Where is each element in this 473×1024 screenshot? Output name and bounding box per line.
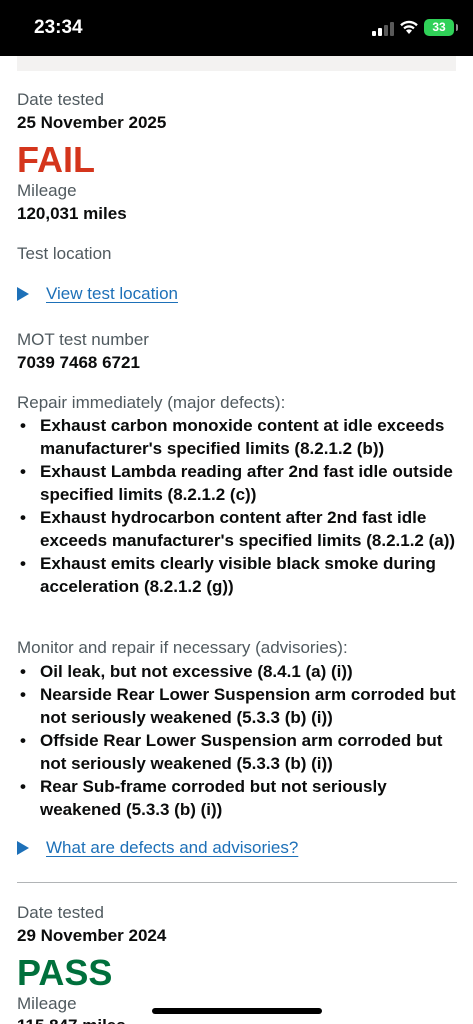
mileage-label: Mileage bbox=[17, 181, 77, 200]
defects-advisories-link[interactable]: What are defects and advisories? bbox=[46, 838, 298, 858]
test-location-label: Test location bbox=[17, 244, 112, 263]
home-indicator[interactable] bbox=[152, 1008, 322, 1014]
test-result-pass: PASS bbox=[17, 952, 113, 993]
mot-test-number-label: MOT test number bbox=[17, 330, 149, 349]
defects-advisories-toggle[interactable]: What are defects and advisories? bbox=[17, 838, 298, 858]
mot-test-number-value: 7039 7468 6721 bbox=[17, 353, 140, 372]
section-divider bbox=[17, 882, 457, 883]
major-defects-label: Repair immediately (major defects): bbox=[17, 393, 286, 412]
list-item: Offside Rear Lower Suspension arm corrod… bbox=[17, 729, 457, 775]
date-tested-label: Date tested bbox=[17, 90, 104, 109]
list-item: Rear Sub-frame corroded but not seriousl… bbox=[17, 775, 457, 821]
status-time: 23:34 bbox=[34, 17, 83, 38]
list-item: Exhaust carbon monoxide content at idle … bbox=[17, 414, 457, 460]
date-tested-value: 29 November 2024 bbox=[17, 926, 167, 945]
list-item: Exhaust emits clearly visible black smok… bbox=[17, 552, 457, 598]
major-defects-list: Exhaust carbon monoxide content at idle … bbox=[17, 414, 457, 598]
view-test-location-link[interactable]: View test location bbox=[46, 284, 178, 304]
list-item: Exhaust Lambda reading after 2nd fast id… bbox=[17, 460, 457, 506]
battery-icon: 33 bbox=[424, 19, 458, 36]
advisories-list: Oil leak, but not excessive (8.4.1 (a) (… bbox=[17, 660, 457, 821]
cellular-signal-icon bbox=[372, 22, 394, 36]
previous-section-panel bbox=[17, 56, 456, 71]
mileage-label: Mileage bbox=[17, 994, 77, 1013]
expand-triangle-icon bbox=[17, 841, 29, 855]
list-item: Exhaust hydrocarbon content after 2nd fa… bbox=[17, 506, 457, 552]
test-result-fail: FAIL bbox=[17, 139, 95, 180]
list-item: Oil leak, but not excessive (8.4.1 (a) (… bbox=[17, 660, 457, 683]
expand-triangle-icon bbox=[17, 287, 29, 301]
battery-level: 33 bbox=[432, 20, 446, 34]
mileage-value: 120,031 miles bbox=[17, 204, 127, 223]
view-test-location-toggle[interactable]: View test location bbox=[17, 284, 178, 304]
status-bar: 23:34 33 bbox=[0, 0, 473, 56]
advisories-label: Monitor and repair if necessary (advisor… bbox=[17, 638, 348, 657]
mileage-value: 115,847 miles bbox=[17, 1016, 126, 1024]
list-item: Nearside Rear Lower Suspension arm corro… bbox=[17, 683, 457, 729]
date-tested-value: 25 November 2025 bbox=[17, 113, 167, 132]
wifi-icon bbox=[400, 20, 418, 34]
date-tested-label: Date tested bbox=[17, 903, 104, 922]
